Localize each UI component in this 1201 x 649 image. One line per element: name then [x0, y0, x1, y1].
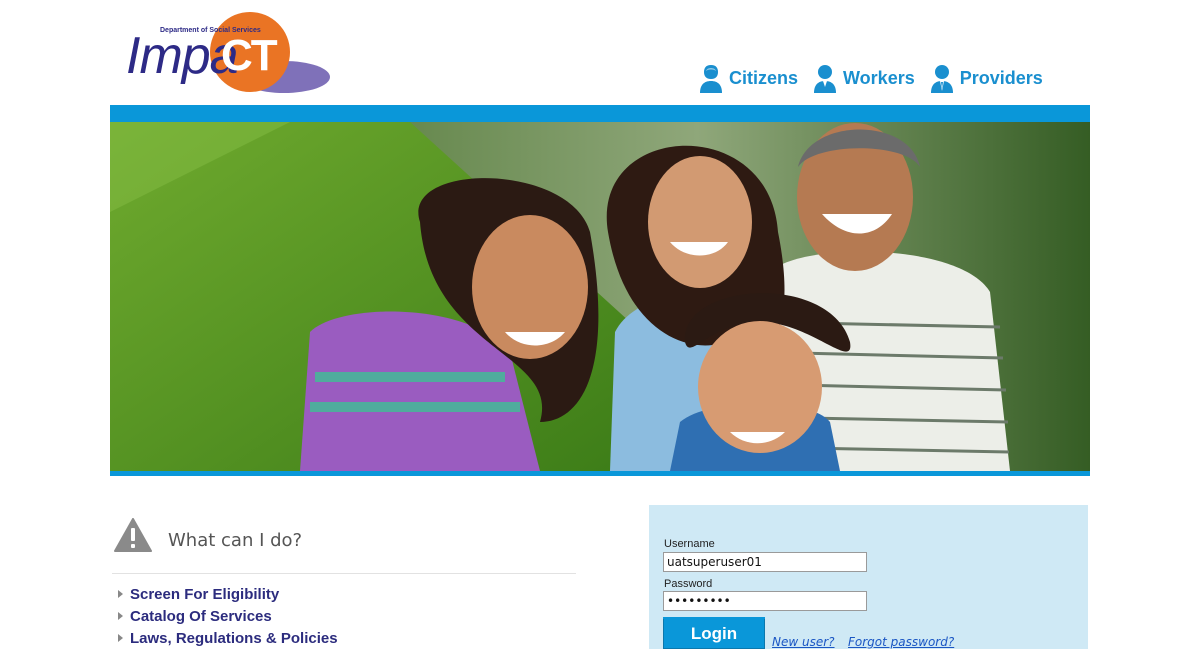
worker-icon [814, 65, 837, 93]
nav-providers-label: Providers [959, 67, 1043, 88]
warning-icon [114, 518, 152, 552]
link-laws-regulations-policies[interactable]: Laws, Regulations & Policies [118, 627, 338, 649]
citizen-icon [700, 65, 722, 93]
impact-logo[interactable]: Department of Social Services Impa CT [126, 10, 336, 96]
link-label: Laws, Regulations & Policies [130, 629, 338, 647]
link-label: Screen For Eligibility [130, 585, 280, 603]
nav-citizens[interactable]: Citizens [698, 63, 798, 93]
what-can-i-do-links: Screen For Eligibility Catalog Of Servic… [118, 583, 338, 649]
link-label: Catalog Of Services [130, 607, 272, 625]
arrow-right-icon [118, 612, 123, 620]
forgot-password-link[interactable]: Forgot password? [848, 635, 954, 649]
new-user-link[interactable]: New user? [772, 635, 835, 649]
login-button[interactable]: Login [663, 617, 765, 649]
family-photo-illustration [110, 122, 1090, 471]
arrow-right-icon [118, 634, 123, 642]
banner-bottom-bar [110, 471, 1090, 476]
link-catalog-of-services[interactable]: Catalog Of Services [118, 605, 338, 627]
login-panel: Username Password ••••••••• Login New us… [649, 505, 1088, 649]
arrow-right-icon [118, 590, 123, 598]
nav-providers[interactable]: Providers [929, 63, 1043, 93]
nav-workers[interactable]: Workers [812, 63, 915, 93]
page: Department of Social Services Impa CT Ci… [110, 0, 1090, 649]
family-photo [110, 122, 1090, 471]
password-label: Password [664, 578, 713, 590]
nav-citizens-label: Citizens [729, 67, 799, 88]
password-input[interactable]: ••••••••• [663, 591, 867, 611]
what-can-i-do-title: What can I do? [168, 530, 303, 551]
logo-name-part2: CT [221, 31, 278, 80]
top-nav: Citizens Workers Providers [698, 62, 1043, 94]
username-input[interactable] [663, 552, 867, 572]
section-divider [112, 573, 576, 574]
username-label: Username [664, 538, 715, 550]
banner-top-bar [110, 105, 1090, 122]
provider-icon [930, 65, 953, 93]
link-screen-for-eligibility[interactable]: Screen For Eligibility [118, 583, 338, 605]
nav-workers-label: Workers [843, 67, 915, 88]
